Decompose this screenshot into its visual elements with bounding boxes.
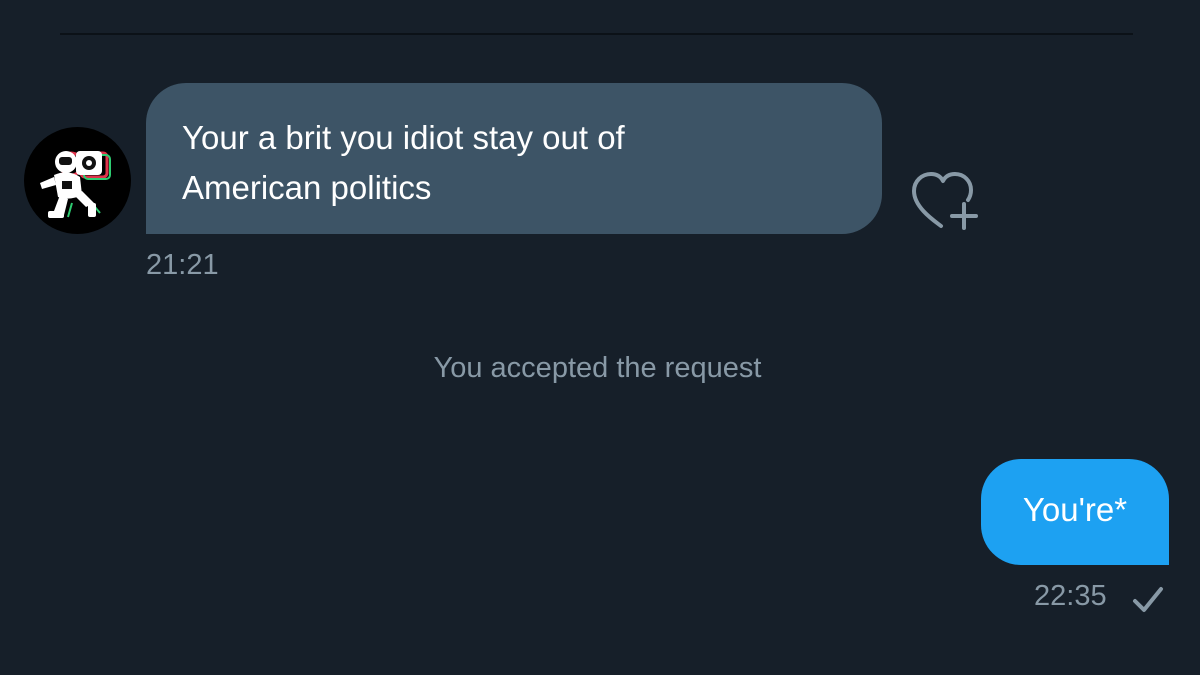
- outgoing-message-time: 22:35: [1034, 580, 1107, 612]
- outgoing-message-text: You're*: [1022, 491, 1128, 528]
- astronaut-avatar-icon: [40, 151, 111, 218]
- incoming-message-time: 21:21: [146, 249, 219, 281]
- checkmark-icon: [1133, 587, 1163, 612]
- like-message-button[interactable]: [906, 168, 982, 234]
- sender-avatar[interactable]: [24, 127, 131, 234]
- heart-plus-icon: [912, 172, 978, 230]
- incoming-message-bubble[interactable]: Your a brit you idiot stay out of Americ…: [146, 83, 882, 234]
- header-divider: [60, 33, 1133, 35]
- outgoing-message-bubble[interactable]: You're*: [981, 459, 1169, 565]
- request-accepted-note: You accepted the request: [433, 352, 762, 384]
- dm-conversation-screen: Your a brit you idiot stay out of Americ…: [0, 0, 1200, 675]
- incoming-message-text: Your a brit you idiot stay out of Americ…: [182, 119, 625, 206]
